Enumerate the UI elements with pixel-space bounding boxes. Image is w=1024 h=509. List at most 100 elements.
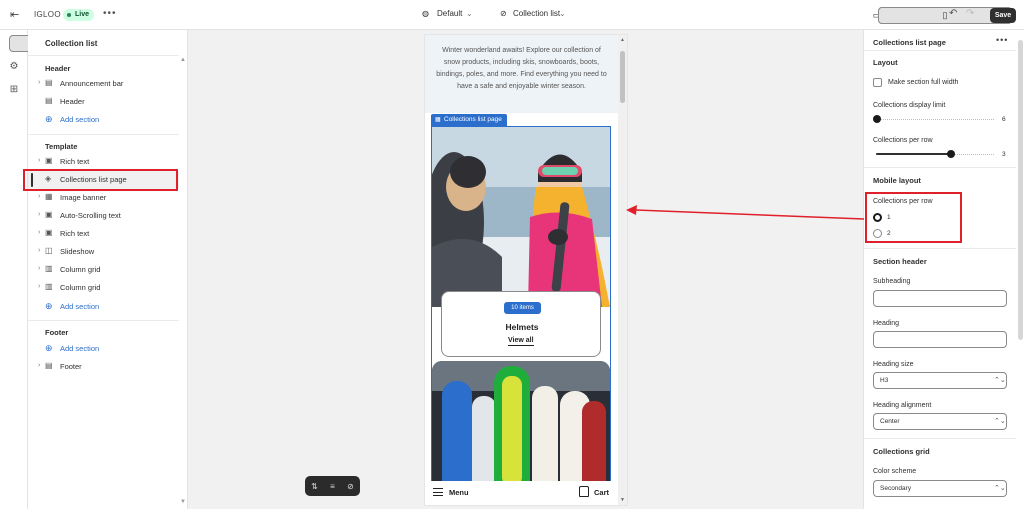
collections-grid-heading: Collections grid xyxy=(873,447,930,456)
add-section-button[interactable]: ⊕ Add section xyxy=(28,298,179,316)
full-width-checkbox[interactable] xyxy=(873,78,882,87)
mobile-preview[interactable]: Winter wonderland awaits! Explore our co… xyxy=(425,35,627,505)
more-actions-button[interactable]: ••• xyxy=(103,8,117,19)
divider xyxy=(28,55,179,56)
undo-icon[interactable]: ↶ xyxy=(949,8,957,19)
heading-alignment-select[interactable]: Center ⌃⌄ xyxy=(873,413,1007,430)
section-item-rich-text[interactable]: › ▣ Rich text xyxy=(28,153,179,171)
scroll-thumb[interactable] xyxy=(620,51,625,103)
divider xyxy=(864,248,1016,249)
intro-text: Winter wonderland awaits! Explore our co… xyxy=(436,47,607,90)
heading-alignment-label: Heading alignment xyxy=(873,402,932,409)
column-grid-icon: ▥ xyxy=(45,282,53,291)
display-limit-knob[interactable] xyxy=(873,115,881,123)
display-limit-label: Collections display limit xyxy=(873,102,946,109)
section-item-auto-scrolling-text[interactable]: › ▣ Auto-Scrolling text xyxy=(28,207,179,225)
scroll-up-icon[interactable]: ▲ xyxy=(180,57,186,63)
radio-label: 1 xyxy=(887,214,891,221)
cart-icon[interactable] xyxy=(579,486,589,497)
column-grid-icon: ▥ xyxy=(45,264,53,273)
section-item-image-banner[interactable]: › ▦ Image banner xyxy=(28,189,179,207)
settings-title: Collections list page xyxy=(873,38,946,47)
preview-canvas: Winter wonderland awaits! Explore our co… xyxy=(189,30,863,509)
chevron-right-icon[interactable]: › xyxy=(38,79,40,86)
chevron-right-icon[interactable]: › xyxy=(38,193,40,200)
heading-input[interactable] xyxy=(873,331,1007,348)
scroll-down-icon[interactable]: ▼ xyxy=(620,497,625,503)
section-item-collections-list-page[interactable]: ◈ Collections list page xyxy=(28,171,179,189)
menu-label[interactable]: Menu xyxy=(449,488,469,497)
scroll-thumb[interactable] xyxy=(1018,40,1023,340)
mobile-per-row-radio-2[interactable] xyxy=(873,229,882,238)
section-item-label: Rich text xyxy=(60,157,90,166)
chevron-down-icon[interactable]: ⌄ xyxy=(559,9,566,18)
add-section-label: Add section xyxy=(60,344,100,353)
chevron-down-icon[interactable]: ⌄ xyxy=(466,9,473,18)
viewport-toggle-group: ⌖ ▭ ▯ ⊟ xyxy=(869,7,1012,24)
section-item-rich-text[interactable]: › ▣ Rich text xyxy=(28,225,179,243)
floating-section-toolbar: ⇅ ≡ ⊘ xyxy=(305,476,360,496)
apps-icon[interactable]: ⊞ xyxy=(4,80,24,100)
scroll-down-icon[interactable]: ▼ xyxy=(180,499,186,505)
settings-scrollbar[interactable] xyxy=(1016,30,1024,509)
settings-gear-icon[interactable]: ⚙ xyxy=(4,57,24,77)
divider xyxy=(28,320,179,321)
mobile-layout-heading: Mobile layout xyxy=(873,176,921,185)
chevron-right-icon[interactable]: › xyxy=(38,362,40,369)
section-item-footer[interactable]: › ▤ Footer xyxy=(28,358,179,376)
live-status-badge: Live xyxy=(63,9,95,21)
group-template-label: Template xyxy=(45,142,78,151)
full-width-label: Make section full width xyxy=(888,79,959,86)
section-item-column-grid[interactable]: › ▥ Column grid xyxy=(28,261,179,279)
exit-icon[interactable]: ⇤ xyxy=(10,9,22,21)
heading-size-select[interactable]: H3 ⌃⌄ xyxy=(873,372,1007,389)
theme-selector[interactable]: Default xyxy=(437,9,462,18)
menu-icon[interactable] xyxy=(433,488,443,496)
chevron-right-icon[interactable]: › xyxy=(38,229,40,236)
heading-label: Heading xyxy=(873,320,900,327)
add-section-button[interactable]: ⊕ Add section xyxy=(28,340,179,358)
redo-icon[interactable]: ↷ xyxy=(966,8,974,19)
footer-icon: ▤ xyxy=(45,361,53,370)
save-button[interactable]: Save xyxy=(990,8,1016,23)
subheading-input[interactable] xyxy=(873,290,1007,307)
scroll-up-icon[interactable]: ▲ xyxy=(620,37,625,43)
section-item-announcement-bar[interactable]: › ▤ Announcement bar xyxy=(28,75,179,93)
mobile-per-row-radio-1[interactable] xyxy=(873,213,882,222)
color-scheme-select[interactable]: Secondary ⌃⌄ xyxy=(873,480,1007,497)
chevron-right-icon[interactable]: › xyxy=(38,265,40,272)
selected-section-tag[interactable]: Collections list page xyxy=(431,114,507,126)
chevron-right-icon[interactable]: › xyxy=(38,247,40,254)
chevron-right-icon[interactable]: › xyxy=(38,211,40,218)
rich-text-section[interactable]: Winter wonderland awaits! Explore our co… xyxy=(425,35,618,113)
chevron-right-icon[interactable]: › xyxy=(38,283,40,290)
section-item-label: Slideshow xyxy=(60,247,95,256)
template-selector[interactable]: Collection list xyxy=(513,9,560,18)
heading-size-value: H3 xyxy=(880,377,889,384)
chevron-right-icon[interactable]: › xyxy=(38,157,40,164)
section-item-header[interactable]: ▤ Header xyxy=(28,93,179,111)
subheading-label: Subheading xyxy=(873,278,911,285)
move-icon[interactable]: ⇅ xyxy=(311,482,318,491)
more-icon[interactable]: ••• xyxy=(996,35,1008,45)
section-item-slideshow[interactable]: › ◫ Slideshow xyxy=(28,243,179,261)
hide-icon[interactable]: ⊘ xyxy=(347,482,354,491)
mobile-per-row-label: Collections per row xyxy=(873,198,933,205)
per-row-knob[interactable] xyxy=(947,150,955,158)
display-limit-slider[interactable] xyxy=(876,119,994,120)
radio-label: 2 xyxy=(887,230,891,237)
panel-scrollbar[interactable]: ▲ ▼ xyxy=(179,55,188,509)
left-rail: ☰ ⚙ ⊞ xyxy=(0,30,143,509)
plus-circle-icon: ⊕ xyxy=(45,301,53,311)
preview-scrollbar[interactable]: ▲ ▼ xyxy=(618,35,627,505)
section-item-column-grid[interactable]: › ▥ Column grid xyxy=(28,279,179,297)
section-item-label: Header xyxy=(60,97,85,106)
list-icon[interactable]: ≡ xyxy=(330,482,335,491)
add-section-button[interactable]: ⊕ Add section xyxy=(28,111,179,129)
cart-label[interactable]: Cart xyxy=(594,488,609,497)
section-item-label: Column grid xyxy=(60,265,101,274)
section-item-label: Announcement bar xyxy=(60,79,124,88)
top-bar: ⇤ IGLOO Live ••• ◍ Default ⌄ ⊘ Collectio… xyxy=(0,0,1024,30)
divider xyxy=(28,134,179,135)
sections-panel: Collection list Header › ▤ Announcement … xyxy=(28,30,188,509)
